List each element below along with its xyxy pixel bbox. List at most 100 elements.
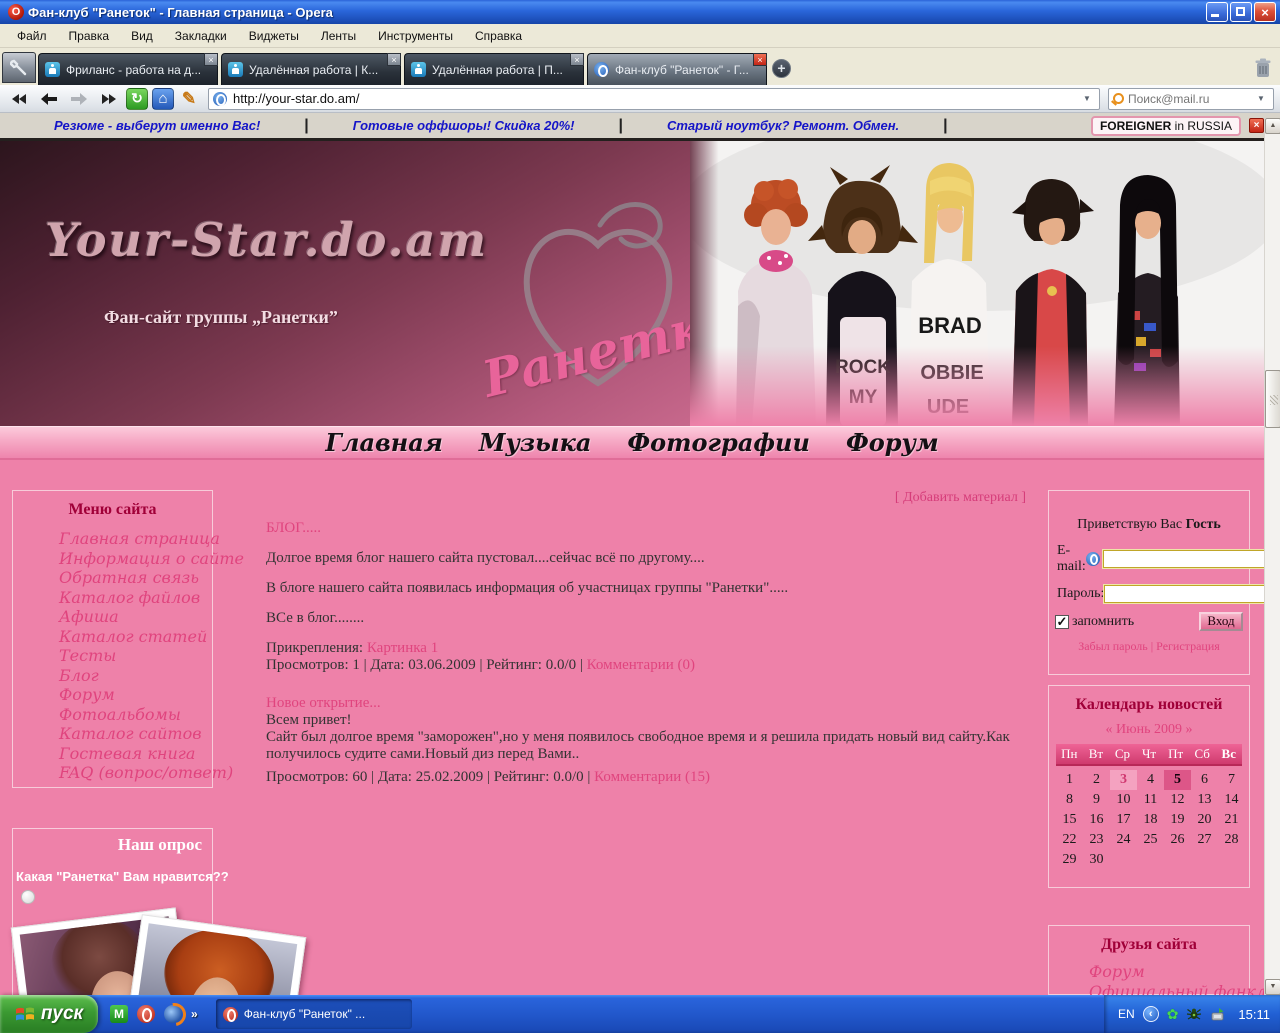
post-paragraph: Сайт был долгое время "заморожен",но у м… [266,729,1010,762]
add-material-link[interactable]: [ Добавить материал ] [266,490,1026,506]
menu-bookmarks[interactable]: Закладки [164,26,238,46]
scroll-up-icon[interactable]: ▲ [1265,118,1280,134]
search-input[interactable] [1128,91,1253,106]
tab-freelance[interactable]: Фриланс - работа на д... × [38,53,218,85]
clock[interactable]: 15:11 [1238,1007,1270,1022]
menu-item-main[interactable]: Главная страница [59,529,220,549]
friend-link-forum[interactable]: Форум [1089,962,1249,982]
menu-item-feedback[interactable]: Обратная связь [59,568,212,588]
menu-item-info[interactable]: Информация о сайте [59,549,244,569]
start-button[interactable]: пуск [0,995,98,1033]
scrollbar-thumb[interactable] [1265,370,1280,428]
nav-music[interactable]: Музыка [479,428,591,457]
menu-feeds[interactable]: Ленты [310,26,367,46]
menu-item-sites[interactable]: Каталог сайтов [59,724,212,744]
new-tab-button[interactable]: + [772,59,791,78]
panels-toggle-button[interactable] [2,52,36,83]
language-indicator[interactable]: EN [1118,1007,1135,1021]
calendar-day: 22 [1062,832,1077,847]
ad-link-offshore[interactable]: Готовые оффшоры! Скидка 20%! [353,118,575,133]
quick-launch-green-app-icon[interactable]: M [110,1005,128,1023]
menu-file[interactable]: Файл [6,26,58,46]
tab-close-icon[interactable]: × [753,53,767,66]
tab-close-icon[interactable]: × [204,53,218,66]
remember-label: запомнить [1072,613,1135,629]
menu-item-albums[interactable]: Фотоальбомы [59,705,212,725]
menu-widgets[interactable]: Виджеты [238,26,310,46]
menu-tools[interactable]: Инструменты [367,26,464,46]
safely-remove-device-icon[interactable] [1210,1006,1226,1022]
quick-launch-opera-icon[interactable] [137,1005,155,1023]
tray-collapse-icon[interactable]: ‹ [1142,1006,1159,1022]
nav-home[interactable]: Главная [325,428,443,457]
menu-item-blog[interactable]: Блог [59,666,212,686]
tab-remote-work-1[interactable]: Удалённая работа | К... × [221,53,401,85]
menu-item-faq[interactable]: FAQ (вопрос/ответ) [59,763,233,783]
quick-launch-more-icon[interactable]: » [191,1007,198,1021]
calendar-day: 9 [1093,792,1100,807]
qip-flower-icon[interactable]: ✿ [1167,1006,1179,1022]
tab-remote-work-2[interactable]: Удалённая работа | П... × [404,53,584,85]
vertical-scrollbar[interactable]: ▲ ▼ [1264,118,1280,995]
ad-link-resume[interactable]: Резюме - выберут именно Вас! [54,118,260,133]
page-favicon-icon [594,62,609,77]
forgot-password-link[interactable]: Забыл пароль [1078,639,1148,653]
search-dropdown-icon[interactable]: ▼ [1253,90,1269,108]
password-field[interactable] [1103,584,1264,604]
calendar-month-nav[interactable]: « Июнь 2009 » [1049,722,1249,738]
post-title[interactable]: Новое открытие... [266,695,1026,712]
restore-button[interactable] [1230,2,1252,22]
foreigner-badge[interactable]: FOREIGNER in RUSSIA [1090,115,1241,136]
comments-link[interactable]: Комментарии (15) [594,769,710,785]
menu-help[interactable]: Справка [464,26,533,46]
ad-close-icon[interactable]: × [1249,118,1264,133]
menu-item-files[interactable]: Каталог файлов [59,588,212,608]
login-button[interactable]: Вход [1199,612,1243,631]
friend-link-fanclub[interactable]: Официальный фанклуб [1089,982,1264,995]
attachment-link[interactable]: Картинка 1 [367,640,438,656]
taskbar-task-opera[interactable]: Фан-клуб "Ранеток" ... [215,999,412,1029]
address-dropdown-icon[interactable]: ▼ [1079,90,1095,108]
search-box[interactable]: ▼ [1108,87,1274,110]
menu-item-afisha[interactable]: Афиша [59,607,212,627]
email-field[interactable] [1101,549,1264,569]
closed-tabs-trash-icon[interactable] [1252,56,1274,80]
menu-item-tests[interactable]: Тесты [59,646,212,666]
tab-close-icon[interactable]: × [570,53,584,66]
register-link[interactable]: Регистрация [1156,639,1220,653]
nav-photos[interactable]: Фотографии [627,428,810,457]
calendar-day [1110,850,1137,870]
fast-forward-button[interactable] [96,88,122,110]
home-button[interactable]: ⌂ [152,87,174,110]
scroll-down-icon[interactable]: ▼ [1265,979,1280,995]
nav-forum[interactable]: Форум [846,428,939,457]
forward-button[interactable] [66,88,92,110]
minimize-button[interactable] [1206,2,1228,22]
url-input[interactable] [233,91,1079,106]
menu-view[interactable]: Вид [120,26,164,46]
reload-button[interactable]: ↻ [126,87,148,110]
quick-launch-firefox-icon[interactable] [164,1005,182,1023]
spider-antivirus-icon[interactable] [1186,1006,1202,1022]
post-title[interactable]: БЛОГ..... [266,520,1026,537]
tab-fanclub-active[interactable]: Фан-клуб "Ранеток" - Г... × [587,53,767,85]
calendar-day: 12 [1170,792,1185,807]
wand-icon[interactable] [1085,552,1100,566]
menu-item-articles[interactable]: Каталог статей [59,627,212,647]
ad-link-laptop[interactable]: Старый ноутбук? Ремонт. Обмен. [667,118,899,133]
comments-link[interactable]: Комментарии (0) [587,657,695,673]
poll-photo-2 [121,914,307,995]
rewind-button[interactable] [6,88,32,110]
menu-edit[interactable]: Правка [58,26,121,46]
menu-item-guestbook[interactable]: Гостевая книга [59,744,212,764]
poll-radio[interactable] [21,890,35,904]
pencil-note-icon[interactable]: ✎ [178,88,200,110]
back-button[interactable] [36,88,62,110]
calendar-day-news[interactable]: 3 [1110,770,1137,790]
remember-checkbox[interactable]: ✓ [1055,614,1069,629]
tab-close-icon[interactable]: × [387,53,401,66]
news-calendar-box: Календарь новостей « Июнь 2009 » Пн Вт С… [1048,685,1250,888]
close-button[interactable]: × [1254,2,1276,22]
address-bar[interactable]: ▼ [208,87,1100,110]
menu-item-forum[interactable]: Форум [59,685,212,705]
